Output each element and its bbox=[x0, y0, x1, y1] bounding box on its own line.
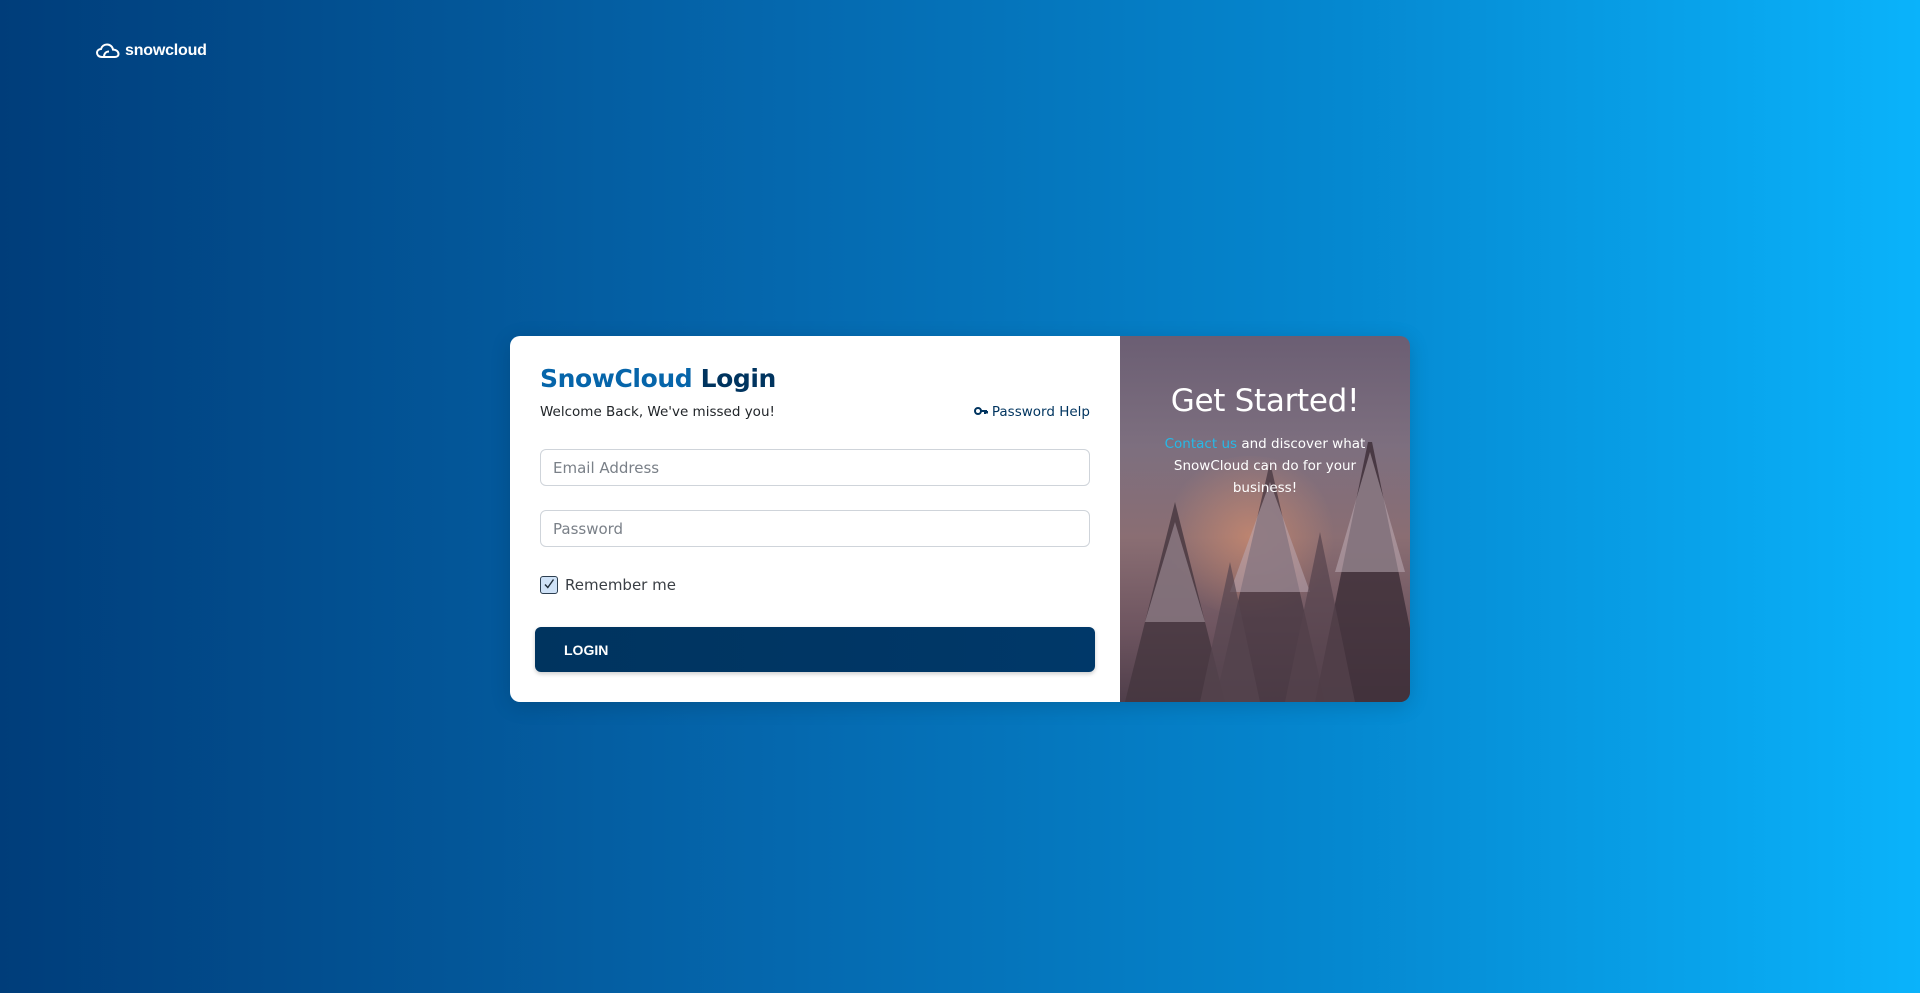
promo-title: Get Started! bbox=[1170, 383, 1360, 419]
login-panel: SnowCloud Login Welcome Back, We've miss… bbox=[510, 336, 1120, 702]
logo-text: snowcloud bbox=[125, 42, 207, 59]
promo-panel: Get Started! Contact us and discover wha… bbox=[1120, 336, 1410, 702]
logo[interactable]: snowcloud bbox=[96, 42, 207, 60]
remember-checkbox[interactable] bbox=[540, 576, 558, 594]
remember-label: Remember me bbox=[565, 576, 676, 594]
password-help-link[interactable]: Password Help bbox=[973, 404, 1090, 420]
key-icon bbox=[973, 404, 988, 420]
title-brand: SnowCloud bbox=[540, 364, 693, 393]
password-help-label: Password Help bbox=[991, 404, 1090, 420]
cloud-icon bbox=[96, 43, 120, 59]
title-word: Login bbox=[700, 364, 777, 393]
remember-me: Remember me bbox=[540, 576, 676, 594]
welcome-text: Welcome Back, We've missed you! bbox=[540, 404, 775, 420]
page-title: SnowCloud Login bbox=[540, 364, 776, 394]
email-input[interactable] bbox=[540, 449, 1090, 486]
checkmark-icon bbox=[543, 576, 555, 594]
login-card: SnowCloud Login Welcome Back, We've miss… bbox=[510, 336, 1410, 702]
password-input[interactable] bbox=[540, 510, 1090, 547]
contact-us-link[interactable]: Contact us bbox=[1165, 436, 1237, 452]
promo-text: Contact us and discover what SnowCloud c… bbox=[1140, 433, 1390, 499]
login-button[interactable]: LOGIN bbox=[535, 627, 1095, 672]
